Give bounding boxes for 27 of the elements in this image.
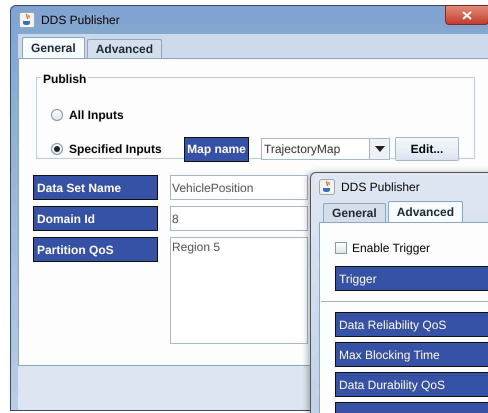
edit-button[interactable]: Edit... <box>395 137 459 161</box>
close-icon <box>462 10 472 20</box>
field-label: Data Durability QoS <box>335 372 488 397</box>
tab[interactable]: Advanced <box>388 201 464 222</box>
input-field[interactable]: VehiclePosition <box>170 175 308 200</box>
input-field[interactable]: 8 <box>170 206 308 231</box>
field-label: Data Set Name <box>33 175 158 200</box>
window-title: DDS Publisher <box>41 12 120 29</box>
field-label: Domain Id <box>33 206 158 231</box>
enable-trigger-checkbox[interactable]: Enable Trigger <box>335 239 430 257</box>
radio-option[interactable]: All Inputs <box>51 106 184 124</box>
field-label: Max Blocking Time <box>335 342 488 367</box>
field-label: Data Reliability QoS <box>335 312 488 337</box>
java-cup-icon <box>19 12 35 28</box>
radio-option[interactable]: Specified Inputs <box>51 140 184 158</box>
java-cup-icon <box>319 179 335 195</box>
tab[interactable]: General <box>22 37 85 58</box>
map-name-combo[interactable]: TrajectoryMap <box>261 138 390 160</box>
field-label: Partition QoS <box>33 237 158 262</box>
dropdown-arrow-icon <box>374 146 384 152</box>
tab[interactable]: Advanced <box>86 39 162 58</box>
tab[interactable]: General <box>323 203 386 222</box>
window-title: DDS Publisher <box>341 179 420 196</box>
text-area[interactable]: Region 5 <box>170 237 308 344</box>
field-label: Trigger <box>335 266 488 291</box>
close-button[interactable] <box>445 5 488 25</box>
field-label: Map name <box>184 136 249 162</box>
